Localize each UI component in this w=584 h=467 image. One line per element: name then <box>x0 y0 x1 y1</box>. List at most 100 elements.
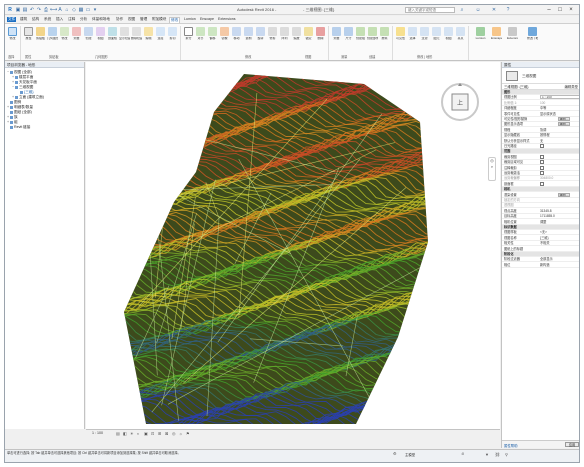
property-checkbox[interactable] <box>540 171 544 175</box>
close-hidden-icon[interactable]: ▦ <box>78 7 84 13</box>
measure-icon[interactable]: ⟷ <box>50 7 57 13</box>
3d-view-icon[interactable]: ⌂ <box>64 7 70 13</box>
section-box-button[interactable]: 剖面框 <box>107 27 118 41</box>
view-tool-button[interactable]: 视图 <box>443 27 454 41</box>
worksets-icon[interactable]: ⚙ <box>393 451 397 456</box>
clipboard-button[interactable]: 剪贴板 <box>35 27 46 41</box>
search-input[interactable]: 键入关键字或短语 <box>405 7 455 13</box>
show-hidden-lines-button[interactable]: 显示隐藏线 <box>119 27 130 41</box>
panel-label-select[interactable]: 选择 <box>8 54 14 59</box>
undo-icon[interactable]: ↶ <box>29 7 35 13</box>
tab-file[interactable]: 文件 <box>7 17 17 22</box>
tab-extensions[interactable]: Extensions <box>217 17 237 22</box>
lumion-button[interactable]: Lumion <box>475 27 486 41</box>
join-button[interactable]: 连接 <box>155 27 166 41</box>
type-selector[interactable]: 三维视图 <box>502 68 579 84</box>
base-point-button[interactable]: 基点 <box>455 27 466 41</box>
lock-icon[interactable]: ⊠ <box>165 431 168 436</box>
trim-button[interactable]: 修剪 <box>267 27 278 41</box>
enscape-button[interactable]: Enscape <box>491 27 502 41</box>
cut-button[interactable]: 剪切 <box>167 27 178 41</box>
help-icon[interactable]: ? <box>505 7 511 13</box>
switch-windows-icon[interactable]: ▭ <box>85 7 91 13</box>
edit-button[interactable]: 编辑 <box>143 27 154 41</box>
property-value[interactable]: 全部显示 <box>540 257 579 262</box>
property-edit-button[interactable]: 编辑... <box>558 122 570 127</box>
create-assembly-button[interactable]: 创建部件 <box>367 27 378 41</box>
property-value[interactable]: 协调 <box>540 128 579 133</box>
tab-analyze[interactable]: 分析 <box>79 17 88 22</box>
tab-structure[interactable]: 结构 <box>31 17 40 22</box>
temp-hide-icon[interactable]: ◎ <box>172 431 176 436</box>
modify-button[interactable]: 修改 <box>7 27 18 41</box>
mirror-button[interactable]: 镜像 <box>219 27 230 41</box>
properties-help-link[interactable]: 属性帮助 <box>504 443 518 448</box>
user-icon[interactable]: ☺ <box>475 7 481 13</box>
property-edit-button[interactable]: 编辑... <box>558 117 570 121</box>
show-crop-icon[interactable]: ⊞ <box>158 431 161 436</box>
drawing-canvas[interactable]: 上 ◎ ⌕ <box>86 62 500 429</box>
offset-button[interactable]: 偏移 <box>207 27 218 41</box>
view-scale[interactable]: 1 : 100 <box>92 431 103 435</box>
redo-icon[interactable]: ↷ <box>36 7 42 13</box>
pin-button[interactable]: 锁定 <box>303 27 314 41</box>
select-pinned-icon[interactable]: ⚲ <box>505 452 508 457</box>
property-value[interactable]: 1711855.0 <box>540 214 579 219</box>
property-category[interactable]: 范围 <box>502 149 579 155</box>
property-checkbox[interactable] <box>540 165 544 170</box>
terrain-toposurface[interactable] <box>86 62 500 429</box>
geometry-button[interactable]: 几何图形 <box>47 27 58 41</box>
worksharing-icon[interactable]: ⚑ <box>186 431 190 436</box>
property-value[interactable]: {三维} <box>540 236 579 241</box>
property-value[interactable]: <无> <box>540 230 579 235</box>
search-icon[interactable]: ⌕ <box>459 7 465 13</box>
visibility-button[interactable]: 可见性 <box>395 27 406 41</box>
extensions-button[interactable]: Extensions <box>507 27 518 41</box>
rotate-button[interactable]: 旋转 <box>255 27 266 41</box>
select-links-icon[interactable]: ⛓ <box>495 452 500 457</box>
view-cube[interactable]: 上 <box>440 82 480 122</box>
app-menu-icon[interactable]: R <box>7 7 13 13</box>
delete-button[interactable]: 删除 <box>315 27 326 41</box>
text-icon[interactable]: A <box>57 7 63 13</box>
tab-architecture[interactable]: 建筑 <box>19 17 28 22</box>
save-icon[interactable]: ▤ <box>22 7 28 13</box>
browser-item[interactable]: Revit 链接 <box>7 125 30 130</box>
tab-annotate[interactable]: 注释 <box>67 17 76 22</box>
crop-view-icon[interactable]: ⊡ <box>151 431 154 436</box>
property-category[interactable]: 阶段化 <box>502 252 579 257</box>
render-icon[interactable]: ▣ <box>144 431 148 436</box>
filter-status-icon[interactable]: ▼ <box>485 452 489 457</box>
similar-button[interactable]: 类似 <box>379 27 390 41</box>
property-category[interactable]: 标识数据 <box>502 225 579 230</box>
property-value[interactable]: 新构造 <box>540 263 579 268</box>
view-button[interactable]: 视图 <box>95 27 106 41</box>
tab-massing-site[interactable]: 体量和场地 <box>91 17 111 22</box>
property-value[interactable]: 按规程 <box>540 133 579 138</box>
property-value[interactable]: 中等 <box>540 106 579 111</box>
properties-button[interactable]: 属性 <box>23 27 34 41</box>
tab-manage[interactable]: 管理 <box>139 17 148 22</box>
property-checkbox[interactable] <box>540 144 544 148</box>
tab-enscape[interactable]: Enscape <box>199 17 215 22</box>
tab-systems[interactable]: 系统 <box>43 17 52 22</box>
create-group-button[interactable]: 创建组 <box>355 27 366 41</box>
sun-path-icon[interactable]: ☀ <box>130 431 134 436</box>
minimize-button[interactable]: – <box>545 6 553 14</box>
shadows-icon[interactable]: ◐ <box>137 431 139 436</box>
tab-collaborate[interactable]: 协作 <box>115 17 124 22</box>
element-button[interactable]: 图元 <box>431 27 442 41</box>
exchange-icon[interactable]: ✕ <box>491 7 497 13</box>
measure-tool-button[interactable]: 测量 <box>331 27 342 41</box>
modify-tools-button[interactable]: 修改 <box>59 27 70 41</box>
dynamo-button[interactable]: 修改 | 地形 <box>527 27 538 41</box>
move-button[interactable]: 移动 <box>231 27 242 41</box>
property-value[interactable]: 显示原状态 <box>540 112 579 117</box>
design-options[interactable]: 主模型 <box>405 452 415 457</box>
tab-view[interactable]: 视图 <box>127 17 136 22</box>
property-edit-button[interactable]: 编辑... <box>558 192 570 197</box>
zoom-icon[interactable]: ⌕ <box>489 164 495 170</box>
visual-style-icon[interactable]: ◧ <box>123 431 127 436</box>
property-checkbox[interactable] <box>540 154 544 159</box>
property-value[interactable]: 调整 <box>540 220 579 225</box>
